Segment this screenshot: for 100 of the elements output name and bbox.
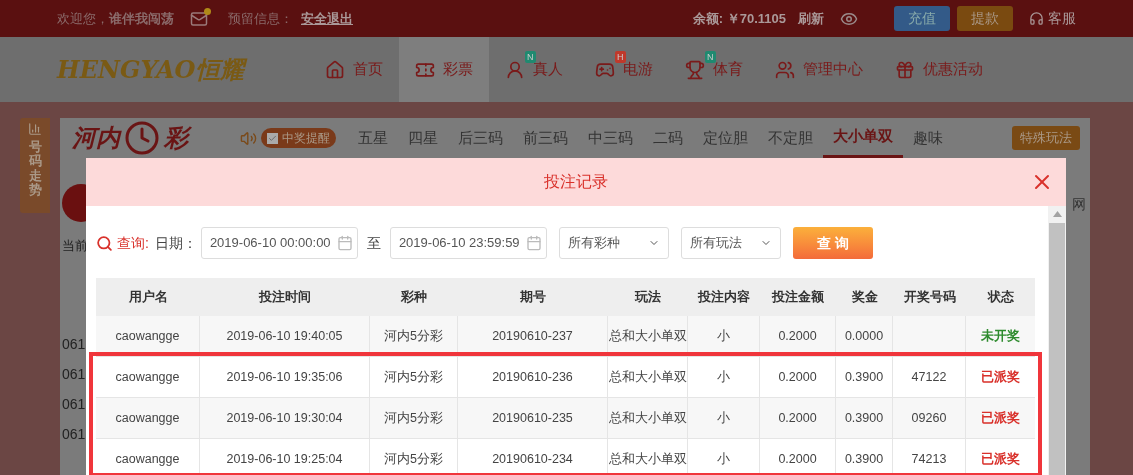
table-cell-text: 河内5分彩 xyxy=(384,450,443,468)
play-tab[interactable]: 趣味 xyxy=(903,118,953,158)
nav-item[interactable]: 首页 xyxy=(309,37,399,102)
column-header: 状态 xyxy=(987,288,1014,307)
play-tab[interactable]: 后三码 xyxy=(448,118,513,158)
play-tab[interactable]: 五星 xyxy=(348,118,398,158)
reserved-label: 预留信息： xyxy=(228,9,293,28)
table-cell-text: 0.2000 xyxy=(778,368,817,386)
table-cell-text: 0.3900 xyxy=(844,450,884,468)
issue-number: 061 xyxy=(62,394,87,414)
table-cell-text: 09260 xyxy=(911,409,947,427)
table-cell-text: caowangge xyxy=(115,368,180,386)
table-cell-text: 20190610-234 xyxy=(492,450,573,468)
status-text: 未开奖 xyxy=(981,327,1020,346)
table-cell-text: 2019-06-10 19:35:06 xyxy=(226,368,343,386)
play-tab[interactable]: 前三码 xyxy=(513,118,578,158)
date-from-field[interactable]: 2019-06-10 00:00:00 xyxy=(200,227,358,259)
logout-link[interactable]: 安全退出 xyxy=(301,8,353,29)
column-header: 玩法 xyxy=(635,288,661,307)
date-value: 2019-06-10 23:59:59 xyxy=(398,234,520,253)
table-cell-text: caowangge xyxy=(115,450,180,468)
play-tab[interactable]: 四星 xyxy=(398,118,448,158)
column-header: 开奖号码 xyxy=(903,288,956,307)
nav-item[interactable]: 管理中心 xyxy=(759,37,879,102)
table-cell-text: 2019-06-10 19:25:04 xyxy=(226,450,343,468)
table-cell-text: 20190610-235 xyxy=(492,409,573,427)
table-cell-text: 总和大小单双 xyxy=(608,368,687,386)
query-label: 查询: xyxy=(117,233,149,253)
current-label: 当前 xyxy=(62,237,88,255)
service-link[interactable]: 客服 xyxy=(1048,8,1076,29)
select-value: 所有玩法 xyxy=(689,234,742,253)
column-header: 投注金额 xyxy=(772,288,824,307)
table-cell-text: 2019-06-10 19:30:04 xyxy=(226,409,343,427)
table-cell-text: 总和大小单双 xyxy=(608,409,687,427)
table-cell-text: 74213 xyxy=(911,450,947,468)
side-tab-label: 号码走势 xyxy=(28,140,42,198)
status-text: 已派奖 xyxy=(981,409,1020,428)
win-alert-toggle[interactable]: 中奖提醒 xyxy=(261,128,336,148)
table-cell-text: 47122 xyxy=(911,368,947,386)
table-cell-text: 0.2000 xyxy=(778,450,817,468)
nav-label: 首页 xyxy=(353,59,383,80)
table-cell-text: 总和大小单双 xyxy=(608,450,687,468)
status-text: 已派奖 xyxy=(981,450,1020,469)
column-header: 彩种 xyxy=(401,288,427,307)
column-header: 奖金 xyxy=(851,288,878,307)
side-text: 网 xyxy=(1072,195,1086,214)
column-header: 投注内容 xyxy=(698,288,750,307)
date-to-field[interactable]: 2019-06-10 23:59:59 xyxy=(389,227,547,259)
table-cell-text: caowangge xyxy=(115,409,180,427)
issue-number: 061 xyxy=(62,424,87,444)
special-play-button[interactable]: 特殊玩法 xyxy=(1012,126,1080,150)
nav-label: 真人 xyxy=(533,60,563,80)
nav-label: 管理中心 xyxy=(803,59,863,80)
nav-item[interactable]: 彩票 xyxy=(399,37,489,102)
table-cell-text: 20190610-236 xyxy=(492,368,573,386)
nav-badge: H xyxy=(615,51,626,63)
table-cell-text: 0.2000 xyxy=(778,409,817,427)
column-header: 用户名 xyxy=(128,288,168,307)
deposit-button[interactable]: 充值 xyxy=(894,6,950,31)
play-tab[interactable]: 定位胆 xyxy=(693,118,758,158)
to-label: 至 xyxy=(366,233,381,253)
date-value: 2019-06-10 00:00:00 xyxy=(209,234,331,253)
play-select[interactable]: 所有玩法 xyxy=(680,227,781,259)
table-cell-text: 小 xyxy=(717,409,730,427)
query-button[interactable]: 查 询 xyxy=(792,227,873,259)
table-cell-text: 2019-06-10 19:40:05 xyxy=(226,327,343,345)
withdraw-button[interactable]: 提款 xyxy=(957,6,1013,31)
play-tab[interactable]: 不定胆 xyxy=(758,118,823,158)
table-cell-text: 河内5分彩 xyxy=(384,409,443,427)
balance-text: 余额: ￥70.1105 xyxy=(692,9,786,28)
nav-badge: N xyxy=(525,51,536,63)
table-cell-text: 小 xyxy=(717,368,730,386)
date-label: 日期： xyxy=(154,233,197,253)
win-alert-label: 中奖提醒 xyxy=(282,130,330,147)
nav-badge: N xyxy=(705,51,716,63)
table-cell-text: 总和大小单双 xyxy=(608,327,687,345)
table-cell-text: 河内5分彩 xyxy=(384,327,443,345)
column-header: 期号 xyxy=(520,288,546,307)
lottery-logo-text: 河内 xyxy=(72,123,120,153)
dialog-title: 投注记录 xyxy=(544,172,608,192)
status-text: 已派奖 xyxy=(981,368,1020,387)
welcome-text: 欢迎您，谁伴我闯荡 xyxy=(57,9,174,28)
column-header: 投注时间 xyxy=(259,288,311,307)
nav-item[interactable]: 电游 H xyxy=(579,37,669,102)
table-cell-text: 河内5分彩 xyxy=(384,368,443,386)
table-cell-text: 0.0000 xyxy=(844,327,884,345)
refresh-link[interactable]: 刷新 xyxy=(798,8,824,29)
nav-item[interactable]: 优惠活动 xyxy=(879,37,999,102)
table-cell-text: 0.3900 xyxy=(844,368,884,386)
table-cell-text: 小 xyxy=(717,450,730,468)
nav-label: 优惠活动 xyxy=(923,59,983,80)
play-tab[interactable]: 中三码 xyxy=(578,118,643,158)
lottery-select[interactable]: 所有彩种 xyxy=(558,227,669,259)
table-cell-text: 0.3900 xyxy=(844,409,884,427)
nav-item[interactable]: 真人 N xyxy=(489,37,579,102)
table-cell-text: caowangge xyxy=(115,327,180,345)
play-tab[interactable]: 二码 xyxy=(643,118,693,158)
nav-label: 体育 xyxy=(713,60,743,80)
nav-item[interactable]: 体育 N xyxy=(669,37,759,102)
side-tab[interactable]: 号码走势 xyxy=(20,118,50,213)
